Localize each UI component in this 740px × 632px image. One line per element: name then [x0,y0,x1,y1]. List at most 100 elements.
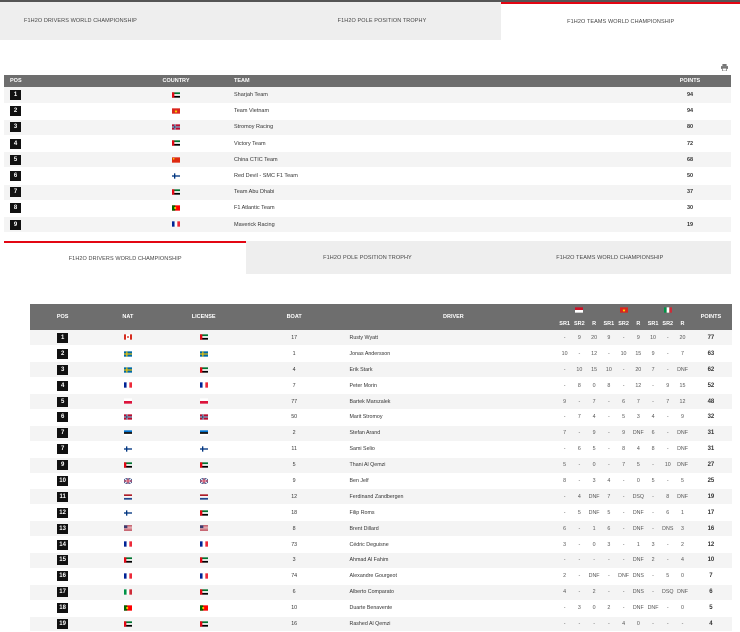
position-badge: 6 [30,409,95,425]
norway-flag-icon [95,409,160,425]
tab-bar-second: F1H2O DRIVERS WORLD CHAMPIONSHIP F1H2O P… [4,241,731,274]
race-result: - [601,346,616,362]
uae-flag-icon [161,505,247,521]
norway-flag-icon [124,119,228,135]
boat-number: 50 [247,409,342,425]
race-result: 4 [646,409,661,425]
race-result: - [572,425,587,441]
netherlands-flag-icon [161,489,247,505]
race-result: 10 [557,346,572,362]
race-result: 15 [631,346,646,362]
position-badge: 7 [30,425,95,441]
driver-points: 19 [690,489,732,505]
col-team: TEAM [228,75,649,87]
position-badge: 13 [30,521,95,537]
race-result: 7 [572,409,587,425]
race-result: 12 [587,346,602,362]
race-result: 7 [587,394,602,410]
race-result: - [616,552,631,568]
boat-number: 3 [247,552,342,568]
uae-flag-icon [124,136,228,152]
position-badge: 15 [30,552,95,568]
uk-flag-icon [95,473,160,489]
race-flag-2 [601,304,645,317]
team-points: 72 [649,136,731,152]
boat-number: 4 [247,362,342,378]
print-icon[interactable] [721,64,728,73]
driver-name: Rusty Wyatt [342,330,558,346]
china-flag-icon [124,152,228,168]
driver-points: 4 [690,616,732,632]
race-result: 8 [601,378,616,394]
race-result: - [646,457,661,473]
team-name: Stromoy Racing [228,119,649,135]
driver-points: 77 [690,330,732,346]
race-result: - [616,600,631,616]
race-result: - [646,378,661,394]
race-result: 20 [587,330,602,346]
sub-header-sr2: SR2 [616,317,631,330]
driver-name: Rashed Al Qemzi [342,616,558,632]
race-result: - [660,441,675,457]
tab-pole-position-trophy-2[interactable]: F1H2O POLE POSITION TROPHY [246,241,488,274]
uae-flag-icon [95,552,160,568]
race-flag-3 [646,304,690,317]
race-result: 9 [557,394,572,410]
driver-name: Marit Stromoy [342,409,558,425]
race-result: - [660,552,675,568]
tab-pole-position-trophy[interactable]: F1H2O POLE POSITION TROPHY [263,2,502,40]
boat-number: 8 [247,521,342,537]
uae-flag-icon [95,457,160,473]
race-result: 2 [675,537,690,553]
driver-name: Ferdinand Zandbergen [342,489,558,505]
race-result: 5 [660,568,675,584]
table-row: 6 Red Devil - SMC F1 Team 50 [4,168,731,184]
tab-drivers-championship[interactable]: F1H2O DRIVERS WORLD CHAMPIONSHIP [0,2,263,40]
table-row: 5 China CTIC Team 68 [4,152,731,168]
col-points: POINTS [649,75,731,87]
estonia-flag-icon [95,425,160,441]
race-result: DNS [660,521,675,537]
race-result: 6 [572,441,587,457]
table-row: 7 11 Sami Selio-65-848-DNF31 [30,441,732,457]
race-result: 0 [675,568,690,584]
finland-flag-icon [95,505,160,521]
race-result: 7 [660,394,675,410]
boat-number: 5 [247,457,342,473]
race-result: 4 [616,616,631,632]
finland-flag-icon [124,168,228,184]
driver-name: Thani Al Qemzi [342,457,558,473]
driver-points: 48 [690,394,732,410]
team-points: 94 [649,103,731,119]
tab-teams-championship[interactable]: F1H2O TEAMS WORLD CHAMPIONSHIP [501,2,740,40]
finland-flag-icon [95,441,160,457]
sub-header-r: R [675,317,690,330]
race-result: 10 [572,362,587,378]
tab-teams-championship-2[interactable]: F1H2O TEAMS WORLD CHAMPIONSHIP [489,241,731,274]
table-row: 9 5 Thani Al Qemzi5-0-75-10DNF27 [30,457,732,473]
race-result: - [660,330,675,346]
team-name: Sharjah Team [228,87,649,103]
tab-drivers-championship-2[interactable]: F1H2O DRIVERS WORLD CHAMPIONSHIP [4,241,246,274]
poland-flag-icon [161,394,247,410]
driver-name: Erik Stark [342,362,558,378]
driver-name: Brent Dillard [342,521,558,537]
driver-points: 25 [690,473,732,489]
driver-name: Alberto Comparato [342,584,558,600]
race-result: 8 [660,489,675,505]
race-result: DNF [616,568,631,584]
uae-flag-icon [161,330,247,346]
race-result: DNS [631,568,646,584]
race-result: - [616,473,631,489]
france-flag-icon [161,568,247,584]
race-result: - [601,425,616,441]
table-row: 14 73 Cédric Deguisne3-03-13-212 [30,537,732,553]
table-row: 7 Team Abu Dhabi 37 [4,184,731,200]
race-result: 12 [675,394,690,410]
boat-number: 7 [247,378,342,394]
race-result: 2 [557,568,572,584]
race-result: DNF [631,521,646,537]
position-badge: 8 [4,200,124,216]
race-result: - [675,616,690,632]
position-badge: 7 [4,184,124,200]
